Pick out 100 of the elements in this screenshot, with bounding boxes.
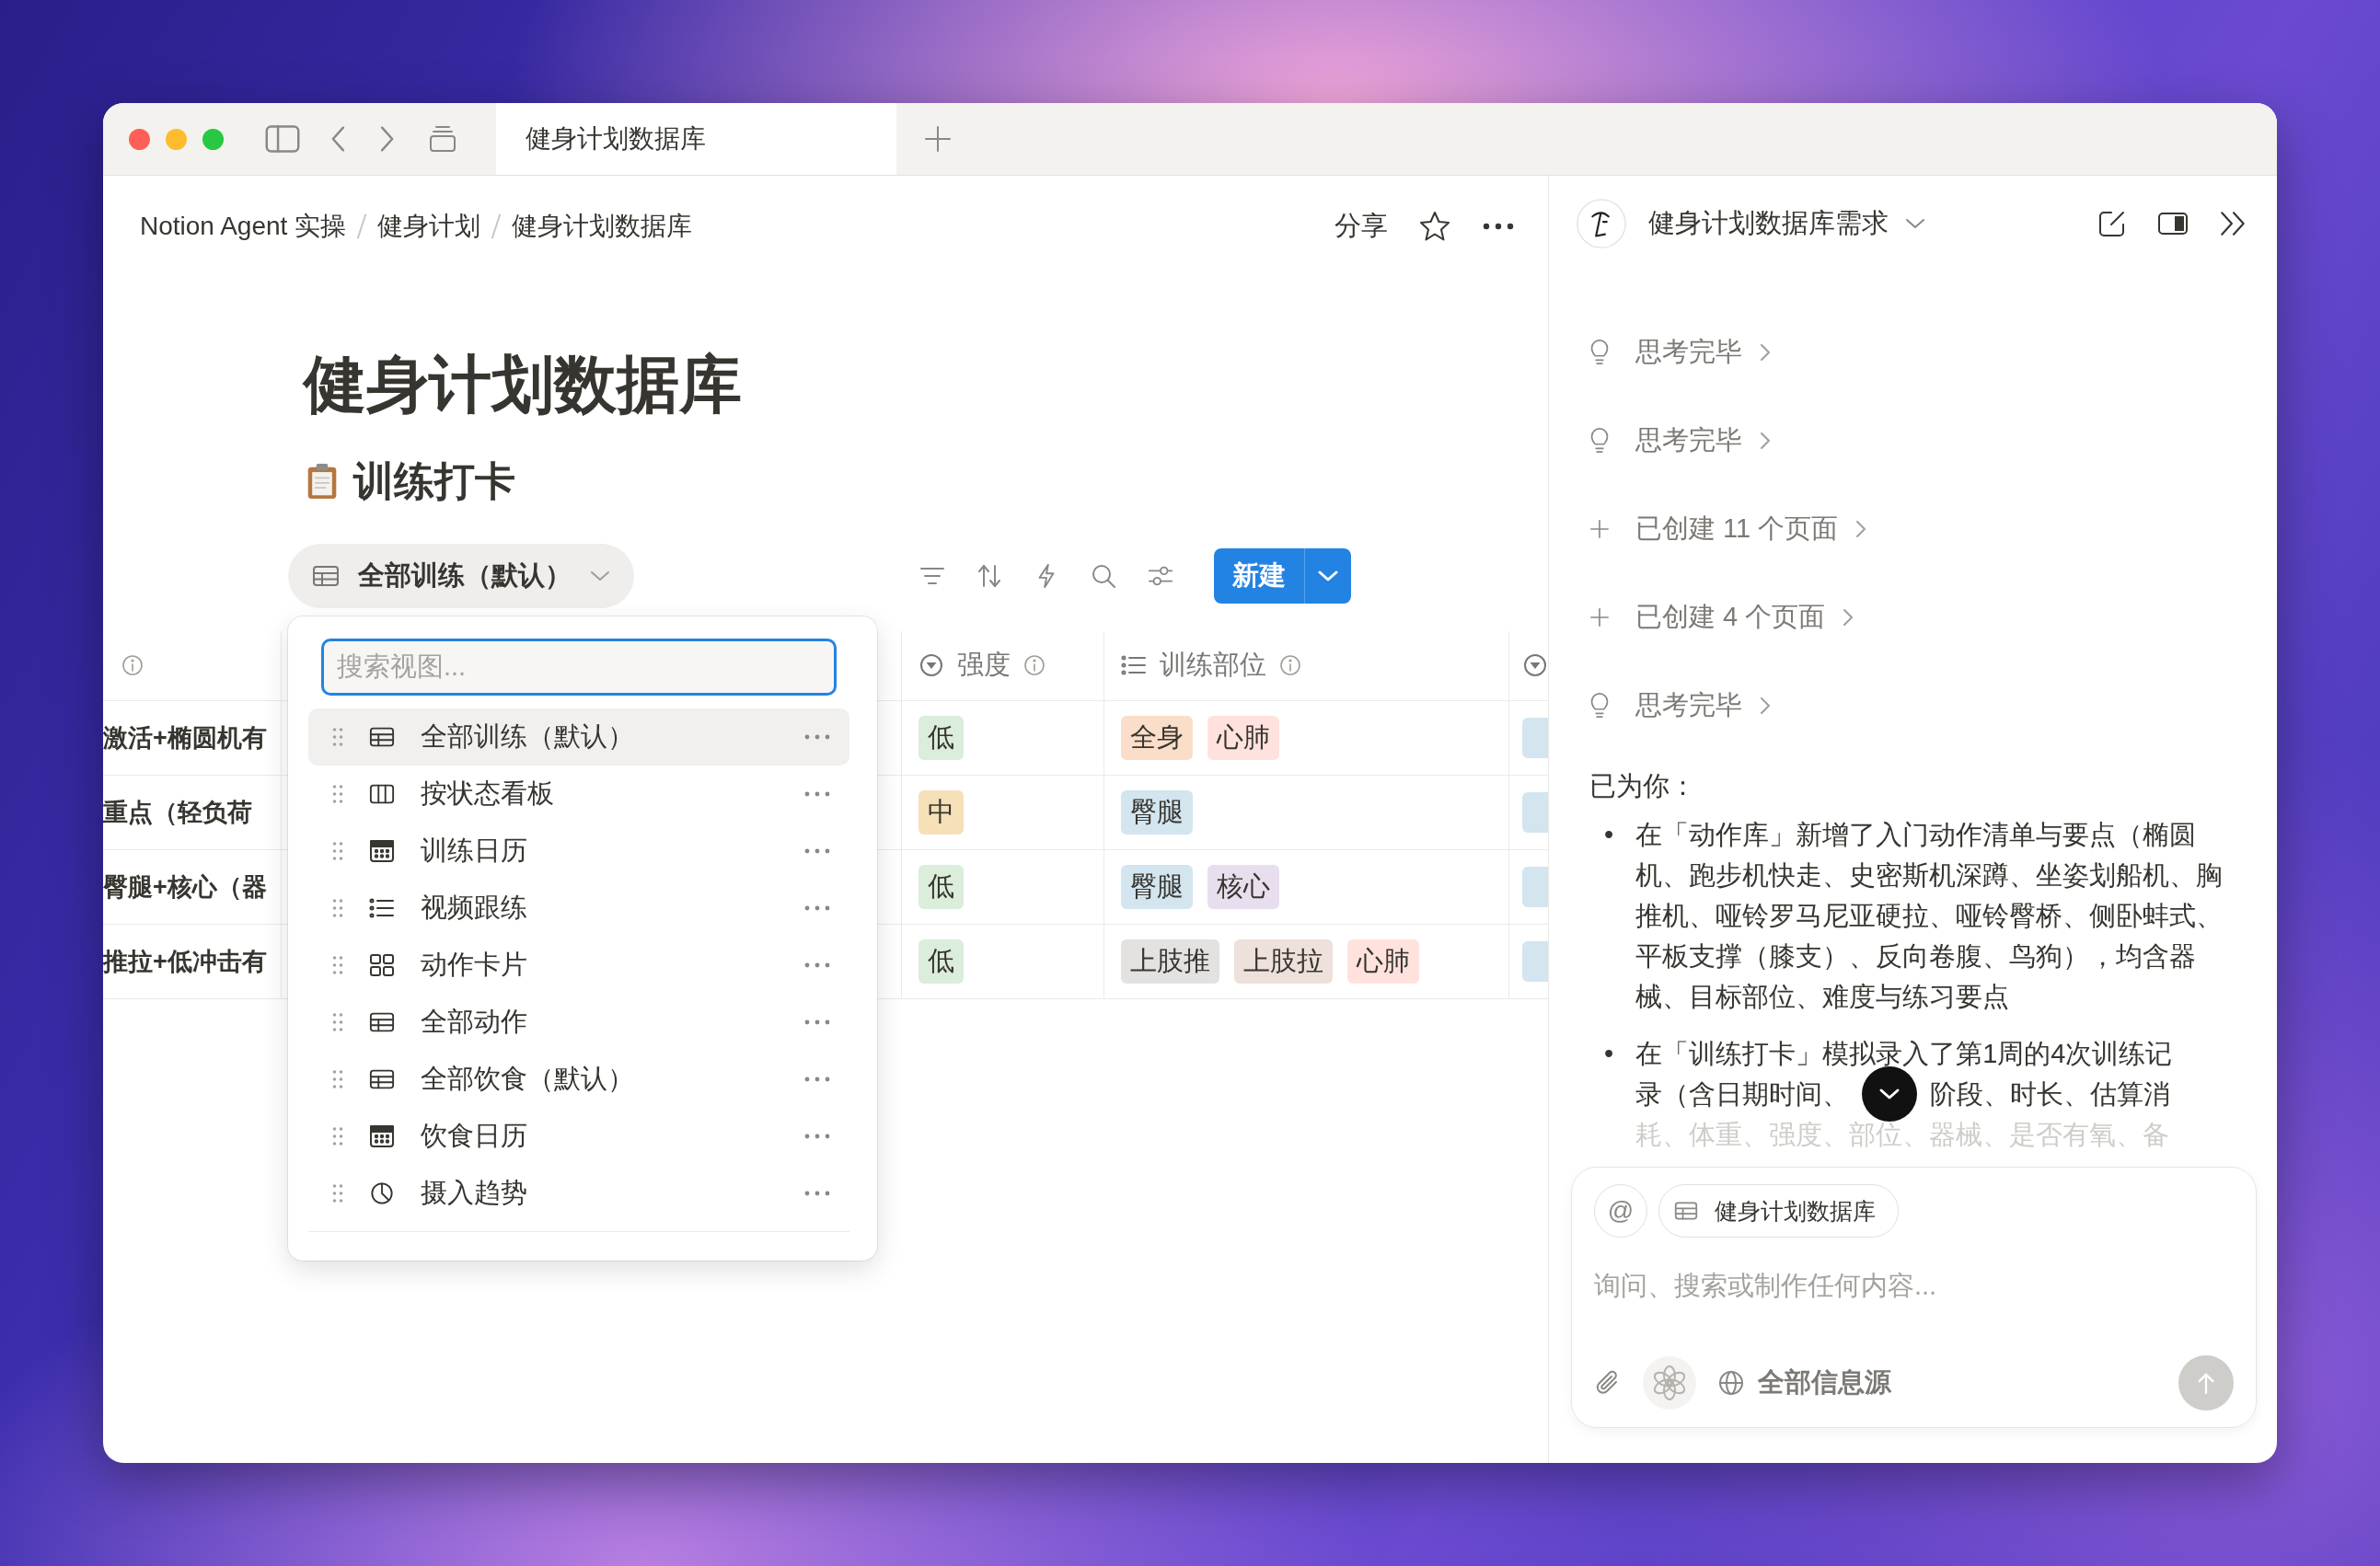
bullet-text: 录（含日期时间、 [1635, 1078, 1850, 1111]
chevron-right-icon [1759, 342, 1772, 363]
sidebar-toggle-icon[interactable] [264, 124, 301, 154]
body-part-tag: 上肢推 [1121, 938, 1219, 984]
agent-step[interactable]: 已创建 4 个页面 [1589, 573, 2236, 662]
info-icon [1279, 654, 1301, 677]
intensity-tag: 中 [918, 789, 964, 835]
table-icon [1674, 1201, 1698, 1221]
lightbulb-icon [1589, 427, 1610, 455]
view-menu-item[interactable]: 全部训练（默认） [308, 708, 849, 766]
table-cell-text: 推拉+低冲击有 [103, 946, 267, 977]
sources-button[interactable]: 全部信息源 [1717, 1364, 1891, 1401]
body-part-tag: 心肺 [1347, 938, 1419, 984]
chevron-right-icon [1759, 696, 1772, 716]
bullet-text: 在「动作库」新增了入门动作清单与要点（椭圆机、跑步机快走、史密斯机深蹲、坐姿划船机、胸推机、哑铃罗马尼亚硬拉、哑铃臀桥、侧卧蚌式、平板支撑（膝支）、反向卷腹、鸟狗），均含器械、目标部位、难度与练习要点 [1635, 819, 2224, 1013]
clipboard-icon [306, 463, 339, 501]
search-field[interactable]: 搜索视图... [321, 638, 837, 696]
lightbulb-icon [1589, 692, 1610, 720]
agent-step[interactable]: 思考完毕 [1589, 308, 2236, 397]
agent-step[interactable]: 已创建 11 个页面 [1589, 485, 2236, 573]
new-options-button[interactable] [1304, 547, 1351, 604]
chevron-down-icon[interactable] [1905, 217, 1925, 230]
agent-step[interactable]: 思考完毕 [1589, 662, 2236, 750]
bullet-marker: • [1604, 819, 1614, 851]
new-tab-icon[interactable] [924, 125, 952, 153]
browser-tab[interactable]: 健身计划数据库 [496, 103, 896, 175]
calendar-icon [369, 1123, 395, 1148]
chat-title[interactable]: 健身计划数据库需求 [1648, 205, 1889, 242]
page-title: 健身计划数据库 [304, 348, 743, 420]
tag-edge [1522, 866, 1548, 907]
table-cell-text: 重点（轻负荷 [103, 797, 252, 828]
body-part-tag: 核心 [1207, 864, 1279, 909]
view-menu-item[interactable]: 饮食日历 [308, 1107, 849, 1165]
drag-handle-icon[interactable] [332, 954, 343, 975]
chevron-down-icon [1318, 569, 1338, 582]
gallery-icon [369, 952, 395, 977]
database-title: 训练打卡 [353, 456, 515, 505]
chevron-down-icon [590, 569, 610, 582]
chevron-right-icon [1842, 607, 1855, 628]
lightbulb-icon [1589, 339, 1610, 366]
intensity-tag: 低 [918, 715, 964, 760]
bullet-text: 阶段、时长、估算消 [1930, 1078, 2171, 1111]
star-icon[interactable] [1419, 211, 1450, 242]
table-cell-text: 臀腿+核心（器 [103, 871, 267, 903]
breadcrumb-link[interactable]: 健身计划数据库 [512, 209, 693, 244]
drag-handle-icon[interactable] [332, 1011, 343, 1032]
tag-edge [1522, 791, 1548, 833]
view-menu-item[interactable]: 按状态看板 [308, 765, 849, 823]
body-part-tag: 心肺 [1207, 715, 1279, 760]
view-menu-item[interactable]: 摄入趋势 [308, 1164, 849, 1222]
table-cell-text: 激活+椭圆机有 [103, 722, 267, 754]
drag-handle-icon[interactable] [332, 897, 343, 918]
view-menu-item[interactable]: 动作卡片 [308, 936, 849, 994]
globe-icon [1717, 1369, 1745, 1397]
agent-step[interactable]: 思考完毕 [1589, 397, 2236, 485]
share-button[interactable]: 分享 [1334, 208, 1388, 245]
drag-handle-icon[interactable] [332, 840, 343, 861]
search-icon[interactable] [1091, 562, 1116, 589]
view-menu-item[interactable]: 训练日历 [308, 822, 849, 880]
view-menu-item[interactable]: 全部动作 [308, 993, 849, 1051]
reply-text: 已为你： [1589, 770, 1697, 802]
chevron-down-icon [1878, 1088, 1901, 1100]
model-icon[interactable] [1642, 1355, 1697, 1411]
intensity-tag: 低 [918, 938, 964, 984]
intensity-tag: 低 [918, 864, 964, 909]
view-menu-item[interactable]: 视频跟练 [308, 879, 849, 937]
info-icon [1023, 654, 1046, 677]
more-icon[interactable] [1482, 222, 1515, 231]
view-selector[interactable]: 全部训练（默认） [288, 543, 634, 608]
drag-handle-icon[interactable] [332, 726, 343, 747]
bullet-text: 在「训练打卡」模拟录入了第1周的4次训练记 [1635, 1038, 2173, 1070]
drag-handle-icon[interactable] [332, 1182, 343, 1203]
tag-edge [1522, 717, 1548, 758]
sort-icon[interactable] [976, 562, 1002, 589]
calendar-icon [369, 838, 395, 863]
table-icon [312, 564, 340, 587]
close-button[interactable] [129, 128, 150, 150]
column-header[interactable]: 强度 [957, 647, 1011, 685]
zoom-button[interactable] [202, 128, 224, 150]
chevron-right-icon [1854, 519, 1868, 539]
pie-chart-icon [369, 1180, 395, 1205]
body-part-tag: 臀腿 [1121, 864, 1193, 909]
body-part-tag: 全身 [1121, 715, 1193, 760]
new-button[interactable]: 新建 [1214, 547, 1304, 604]
chat-input[interactable]: 询问、搜索或制作任何内容... [1594, 1265, 2234, 1306]
agent-avatar-icon [1575, 197, 1628, 250]
tag-edge [1522, 940, 1548, 982]
body-part-tag: 臀腿 [1121, 789, 1193, 835]
drag-handle-icon[interactable] [332, 1125, 343, 1146]
drag-handle-icon[interactable] [332, 1068, 343, 1089]
select-property-icon [1522, 652, 1548, 679]
drag-handle-icon[interactable] [332, 783, 343, 804]
chevron-right-icon [1759, 431, 1772, 451]
arrow-up-icon [2196, 1371, 2216, 1395]
column-header[interactable]: 训练部位 [1160, 647, 1266, 685]
breadcrumb-link[interactable]: 健身计划 [377, 209, 481, 244]
info-icon [121, 654, 144, 677]
breadcrumb-link[interactable]: Notion Agent 实操 [140, 209, 347, 244]
view-menu-item[interactable]: 全部饮食（默认） [308, 1050, 849, 1108]
select-property-icon [918, 652, 944, 679]
